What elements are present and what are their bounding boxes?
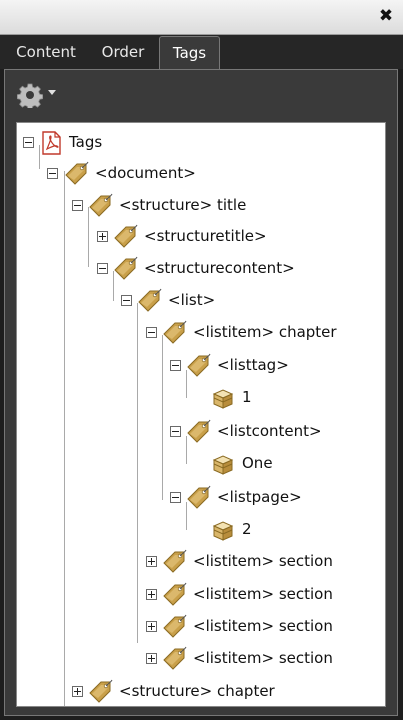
tag-icon: [161, 320, 187, 346]
collapse-toggle[interactable]: [170, 492, 181, 503]
window-title-bar: ✖: [0, 0, 403, 35]
tree-node-label: 2: [242, 520, 252, 538]
collapse-toggle[interactable]: [170, 426, 181, 437]
tab-tags[interactable]: Tags: [159, 36, 220, 69]
tree-node-label: 1: [242, 388, 252, 406]
panel-toolbar: [5, 70, 397, 116]
expand-toggle[interactable]: [146, 621, 157, 632]
box-icon: [210, 451, 236, 477]
tag-icon: [185, 419, 211, 445]
tree-node-document[interactable]: <document>: [17, 160, 377, 188]
tree-node-listcontent[interactable]: <listcontent>: [17, 418, 377, 446]
tags-tree[interactable]: Tags <document> <structure> title <struc…: [16, 122, 386, 707]
collapse-toggle[interactable]: [72, 200, 83, 211]
tree-node-label: One: [242, 454, 273, 472]
caret-down-icon[interactable]: [48, 90, 56, 95]
tree-node-label: <structuretitle>: [144, 227, 267, 245]
collapse-toggle[interactable]: [170, 360, 181, 371]
tree-node-tags-root[interactable]: Tags: [17, 129, 377, 157]
tag-icon: [112, 256, 138, 282]
tree-node-label: <listitem> section: [193, 649, 333, 667]
tab-content[interactable]: Content: [4, 36, 88, 69]
collapse-toggle[interactable]: [47, 168, 58, 179]
pdf-icon: [42, 131, 61, 155]
tree-node-listitem-section[interactable]: <listitem> section: [17, 548, 377, 576]
tree-node-structuretitle[interactable]: <structuretitle>: [17, 223, 377, 251]
tree-node-list[interactable]: <list>: [17, 287, 377, 315]
tree-node-label: <structure> chapter: [119, 682, 275, 700]
tab-order[interactable]: Order: [90, 36, 156, 69]
tag-icon: [161, 614, 187, 640]
tree-node-listitem-section[interactable]: <listitem> section: [17, 581, 377, 609]
tree-node-label: <structure> title: [119, 196, 247, 214]
tree-node-label: <document>: [95, 164, 196, 182]
tree-node-structure-chapter[interactable]: <structure> chapter: [17, 678, 377, 706]
tree-node-label: <listpage>: [217, 488, 302, 506]
tag-icon: [185, 485, 211, 511]
tag-icon: [63, 161, 89, 187]
collapse-toggle[interactable]: [97, 263, 108, 274]
tags-panel: Tags <document> <structure> title <struc…: [4, 69, 398, 716]
tag-icon: [87, 679, 113, 705]
collapse-toggle[interactable]: [23, 137, 34, 148]
expand-toggle[interactable]: [146, 653, 157, 664]
expand-toggle[interactable]: [97, 231, 108, 242]
tag-icon: [112, 224, 138, 250]
tree-node-listitem-chapter[interactable]: <listitem> chapter: [17, 319, 377, 347]
expand-toggle[interactable]: [146, 556, 157, 567]
tree-node-structurecontent[interactable]: <structurecontent>: [17, 255, 377, 283]
expand-toggle[interactable]: [72, 686, 83, 697]
tree-node-listpage[interactable]: <listpage>: [17, 484, 377, 512]
collapse-toggle[interactable]: [121, 295, 132, 306]
tree-node-label: <listcontent>: [217, 422, 322, 440]
box-icon: [210, 517, 236, 543]
tree-node-label: Tags: [69, 133, 103, 151]
expand-toggle[interactable]: [146, 589, 157, 600]
gear-icon[interactable]: [17, 82, 43, 108]
tag-icon: [87, 193, 113, 219]
tree-node-structure-title[interactable]: <structure> title: [17, 192, 377, 220]
tree-node-text-one[interactable]: One: [17, 450, 377, 478]
tree-node-label: <listitem> section: [193, 585, 333, 603]
tab-strip: Content Order Tags: [0, 35, 403, 69]
tree-node-text-2[interactable]: 2: [17, 516, 377, 544]
tree-node-text-1[interactable]: 1: [17, 384, 377, 412]
tag-icon: [161, 582, 187, 608]
close-button[interactable]: ✖: [377, 6, 395, 26]
tree-node-label: <listitem> chapter: [193, 323, 337, 341]
collapse-toggle[interactable]: [146, 327, 157, 338]
tree-node-label: <list>: [168, 291, 216, 309]
tag-icon: [161, 549, 187, 575]
tag-icon: [161, 646, 187, 672]
tree-node-listitem-section[interactable]: <listitem> section: [17, 613, 377, 641]
tree-node-listitem-section[interactable]: <listitem> section: [17, 645, 377, 673]
box-icon: [210, 385, 236, 411]
tree-node-label: <listtag>: [217, 356, 289, 374]
tag-icon: [185, 353, 211, 379]
tree-node-label: <listitem> section: [193, 617, 333, 635]
tree-node-label: <listitem> section: [193, 552, 333, 570]
tree-node-listtag[interactable]: <listtag>: [17, 352, 377, 380]
tree-node-label: <structurecontent>: [144, 259, 295, 277]
tag-icon: [136, 288, 162, 314]
